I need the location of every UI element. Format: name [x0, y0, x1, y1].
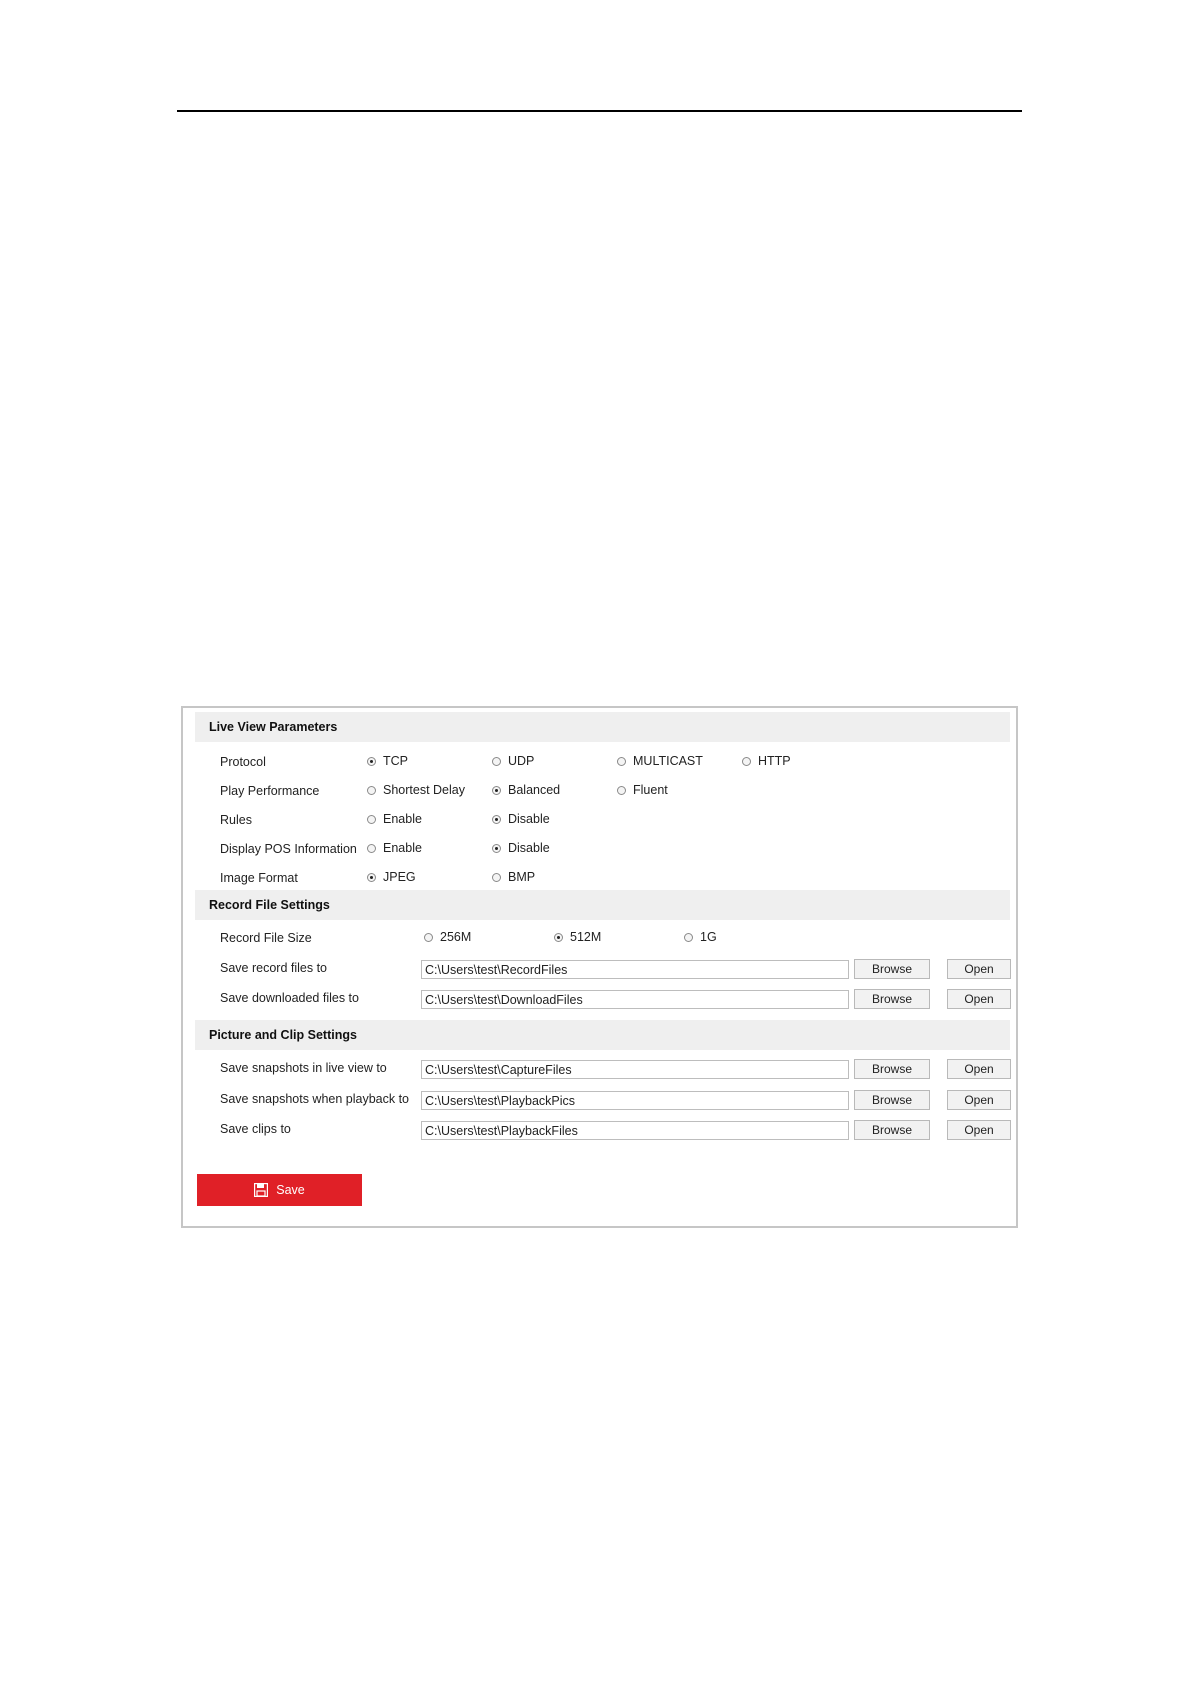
radio-unselected-icon [742, 756, 751, 766]
save-downloaded-browse-button[interactable]: Browse [854, 989, 930, 1009]
radio-unselected-icon [617, 756, 626, 766]
local-config-panel: Live View Parameters Protocol TCP UDP MU… [181, 706, 1018, 1228]
rules-enable-radio[interactable]: Enable [367, 812, 422, 826]
radio-selected-icon [554, 932, 563, 942]
save-downloaded-path-input[interactable] [421, 990, 849, 1009]
snap-live-open-button[interactable]: Open [947, 1059, 1011, 1079]
snap-playback-browse-button[interactable]: Browse [854, 1090, 930, 1110]
snap-playback-open-button[interactable]: Open [947, 1090, 1011, 1110]
save-clips-path-input[interactable] [421, 1121, 849, 1140]
snap-live-browse-button[interactable]: Browse [854, 1059, 930, 1079]
protocol-udp-radio[interactable]: UDP [492, 754, 534, 768]
protocol-http-radio[interactable]: HTTP [742, 754, 791, 768]
save-button-label: Save [276, 1183, 305, 1197]
snap-live-label: Save snapshots in live view to [220, 1061, 387, 1075]
snap-playback-path-input[interactable] [421, 1091, 849, 1110]
protocol-label: Protocol [220, 755, 266, 769]
radio-selected-icon [492, 814, 501, 824]
save-record-open-button[interactable]: Open [947, 959, 1011, 979]
radio-unselected-icon [424, 932, 433, 942]
record-file-section-header: Record File Settings [195, 890, 1010, 920]
save-button[interactable]: Save [197, 1174, 362, 1206]
protocol-tcp-radio[interactable]: TCP [367, 754, 408, 768]
pos-disable-radio[interactable]: Disable [492, 841, 550, 855]
save-downloaded-label: Save downloaded files to [220, 991, 359, 1005]
play-shortest-delay-radio[interactable]: Shortest Delay [367, 783, 465, 797]
play-balanced-radio[interactable]: Balanced [492, 783, 560, 797]
radio-unselected-icon [684, 932, 693, 942]
size-256m-radio[interactable]: 256M [424, 930, 471, 944]
radio-selected-icon [367, 872, 376, 882]
radio-unselected-icon [617, 785, 626, 795]
save-clips-browse-button[interactable]: Browse [854, 1120, 930, 1140]
radio-unselected-icon [492, 872, 501, 882]
save-record-path-input[interactable] [421, 960, 849, 979]
save-record-label: Save record files to [220, 961, 327, 975]
radio-selected-icon [367, 756, 376, 766]
save-record-browse-button[interactable]: Browse [854, 959, 930, 979]
protocol-multicast-radio[interactable]: MULTICAST [617, 754, 703, 768]
pos-enable-radio[interactable]: Enable [367, 841, 422, 855]
snap-live-path-input[interactable] [421, 1060, 849, 1079]
save-clips-open-button[interactable]: Open [947, 1120, 1011, 1140]
floppy-disk-icon [254, 1183, 269, 1197]
size-512m-radio[interactable]: 512M [554, 930, 601, 944]
image-format-label: Image Format [220, 871, 298, 885]
page-top-rule [177, 110, 1022, 112]
live-view-section-header: Live View Parameters [195, 712, 1010, 742]
radio-unselected-icon [367, 785, 376, 795]
record-file-size-label: Record File Size [220, 931, 312, 945]
pos-info-label: Display POS Information [220, 842, 357, 856]
save-clips-label: Save clips to [220, 1122, 291, 1136]
radio-unselected-icon [367, 843, 376, 853]
image-jpeg-radio[interactable]: JPEG [367, 870, 416, 884]
radio-selected-icon [492, 843, 501, 853]
radio-unselected-icon [367, 814, 376, 824]
radio-selected-icon [492, 785, 501, 795]
play-fluent-radio[interactable]: Fluent [617, 783, 668, 797]
play-performance-label: Play Performance [220, 784, 320, 798]
image-bmp-radio[interactable]: BMP [492, 870, 535, 884]
radio-unselected-icon [492, 756, 501, 766]
rules-disable-radio[interactable]: Disable [492, 812, 550, 826]
size-1g-radio[interactable]: 1G [684, 930, 717, 944]
picture-clip-section-header: Picture and Clip Settings [195, 1020, 1010, 1050]
save-downloaded-open-button[interactable]: Open [947, 989, 1011, 1009]
rules-label: Rules [220, 813, 252, 827]
snap-playback-label: Save snapshots when playback to [220, 1092, 410, 1106]
